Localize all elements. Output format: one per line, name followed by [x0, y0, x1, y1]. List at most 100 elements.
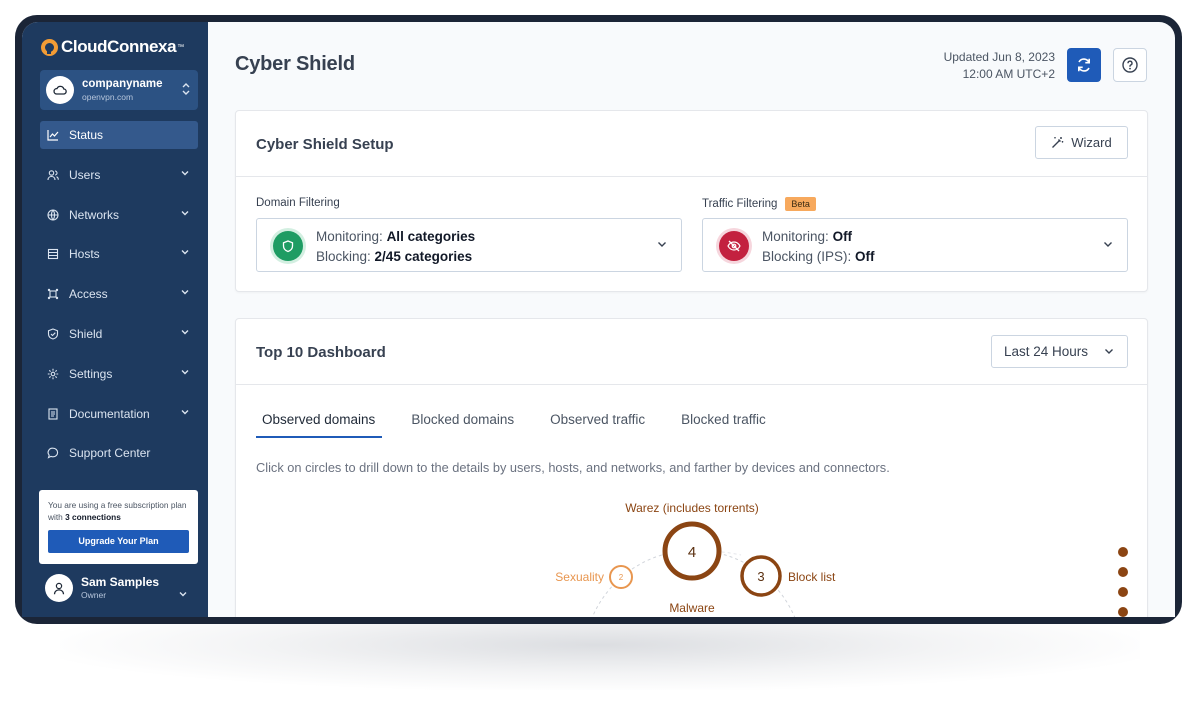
- chevron-down-icon: [181, 210, 189, 216]
- promo-text: You are using a free subscription plan w…: [48, 500, 187, 523]
- sidebar-item-hosts[interactable]: Hosts: [40, 240, 198, 268]
- chart-line-icon: [47, 129, 59, 141]
- tab-blocked-domains[interactable]: Blocked domains: [404, 412, 521, 438]
- chevron-down-icon: [181, 369, 189, 375]
- refresh-icon: [1078, 58, 1090, 72]
- domain-monitoring-status: Monitoring: All categories: [316, 229, 476, 244]
- time-range-select[interactable]: Last 24 Hours: [991, 335, 1128, 368]
- pagination-dot[interactable]: [1118, 587, 1128, 597]
- beta-badge: Beta: [785, 197, 816, 211]
- sidebar-item-settings[interactable]: Settings: [40, 360, 198, 388]
- sidebar-nav: Status Users Networks Hosts Access Shiel…: [40, 121, 198, 479]
- chevron-down-icon: [181, 290, 189, 295]
- chevron-down-icon: [658, 242, 666, 247]
- wizard-button[interactable]: Wizard: [1035, 126, 1128, 159]
- bubble-count-warez: 4: [688, 544, 696, 561]
- sidebar: CloudConnexa ™ companyname openvpn.com St…: [22, 22, 208, 617]
- bubble-label-malware: Malware: [669, 601, 715, 615]
- sidebar-item-label: Shield: [69, 326, 103, 341]
- magic-wand-icon: [1052, 137, 1064, 148]
- logo-icon: [41, 38, 58, 56]
- help-icon: [1122, 57, 1138, 73]
- sidebar-item-support-center[interactable]: Support Center: [40, 439, 198, 467]
- top10-dashboard-card: Top 10 Dashboard Last 24 Hours Observed …: [235, 318, 1148, 617]
- user-name: Sam Samples: [81, 575, 160, 590]
- shield-icon: [47, 328, 59, 340]
- upgrade-plan-button[interactable]: Upgrade Your Plan: [48, 530, 189, 554]
- company-switcher[interactable]: companyname openvpn.com: [40, 70, 198, 110]
- refresh-button[interactable]: [1067, 48, 1101, 82]
- sidebar-item-label: Documentation: [69, 406, 150, 421]
- time-range-value: Last 24 Hours: [1004, 344, 1089, 359]
- sidebar-item-users[interactable]: Users: [40, 161, 198, 189]
- domain-blocking-status: Blocking: 2/45 categories: [316, 249, 473, 264]
- user-menu[interactable]: Sam Samples Owner: [45, 574, 159, 602]
- domain-filtering-label: Domain Filtering: [256, 197, 340, 209]
- dashboard-title: Top 10 Dashboard: [256, 344, 386, 361]
- page-title: Cyber Shield: [235, 53, 355, 75]
- main-content: Cyber Shield Updated Jun 8, 2023 12:00 A…: [208, 22, 1175, 617]
- bubble-warez[interactable]: 4: [662, 521, 722, 581]
- shield-icon: [273, 231, 303, 261]
- help-button[interactable]: [1113, 48, 1147, 82]
- pagination-dots: [1118, 547, 1128, 617]
- pagination-dot[interactable]: [1118, 567, 1128, 577]
- chat-icon: [47, 447, 59, 460]
- connections-count: 3 connections: [65, 512, 121, 523]
- sidebar-item-networks[interactable]: Networks: [40, 201, 198, 229]
- bubble-label-block-list: Block list: [788, 570, 836, 584]
- sidebar-item-label: Hosts: [69, 247, 100, 262]
- dashboard-tabs: Observed domains Blocked domains Observe…: [256, 412, 795, 438]
- chevron-down-icon: [181, 170, 189, 176]
- bubble-sexuality[interactable]: 2: [609, 565, 633, 589]
- globe-icon: [47, 209, 59, 221]
- chevron-down-icon: [181, 250, 189, 255]
- sidebar-item-label: Status: [69, 128, 104, 142]
- sidebar-item-shield[interactable]: Shield: [40, 320, 198, 348]
- wizard-label: Wizard: [1071, 135, 1112, 150]
- sidebar-item-label: Settings: [69, 366, 113, 381]
- pagination-dot[interactable]: [1118, 547, 1128, 557]
- updated-timestamp: Updated Jun 8, 2023 12:00 AM UTC+2: [943, 50, 1055, 81]
- tab-blocked-traffic[interactable]: Blocked traffic: [674, 412, 773, 438]
- sidebar-item-access[interactable]: Access: [40, 280, 198, 308]
- bubble-count-sexuality: 2: [619, 573, 624, 582]
- tab-observed-domains[interactable]: Observed domains: [256, 412, 383, 438]
- tab-observed-traffic[interactable]: Observed traffic: [543, 412, 652, 438]
- eye-off-icon: [719, 231, 749, 261]
- server-icon: [47, 248, 59, 260]
- chevron-down-icon: [1105, 349, 1113, 354]
- users-icon: [47, 169, 59, 181]
- company-name: companyname: [82, 78, 163, 90]
- traffic-filtering-label: Traffic Filtering Beta: [702, 197, 816, 211]
- logo[interactable]: CloudConnexa ™: [41, 37, 184, 57]
- bubble-count-block-list: 3: [757, 569, 764, 584]
- traffic-monitoring-status: Monitoring: Off: [762, 229, 853, 244]
- brand-name: CloudConnexa: [61, 37, 177, 56]
- company-domain: openvpn.com: [82, 91, 134, 102]
- bubble-label-sexuality: Sexuality: [555, 570, 604, 584]
- cloud-icon: [46, 76, 74, 104]
- chevron-down-icon: [1104, 242, 1112, 247]
- document-icon: [47, 408, 59, 420]
- access-icon: [47, 288, 59, 300]
- bubble-block-list[interactable]: 3: [740, 555, 782, 597]
- chevron-down-icon: [181, 409, 189, 415]
- chevron-up-down-icon: [182, 82, 190, 97]
- bubble-label-warez: Warez (includes torrents): [625, 501, 759, 515]
- app-window: CloudConnexa ™ companyname openvpn.com St…: [22, 22, 1175, 617]
- upgrade-promo: You are using a free subscription plan w…: [39, 490, 198, 564]
- avatar: [45, 574, 73, 602]
- domain-filtering-select[interactable]: Monitoring: All categories Blocking: 2/4…: [256, 218, 682, 272]
- device-frame: CloudConnexa ™ companyname openvpn.com St…: [15, 15, 1182, 624]
- sidebar-item-status[interactable]: Status: [40, 121, 198, 149]
- traffic-filtering-select[interactable]: Monitoring: Off Blocking (IPS): Off: [702, 218, 1128, 272]
- sidebar-item-label: Networks: [69, 207, 120, 222]
- gear-icon: [47, 368, 59, 380]
- chevron-down-icon[interactable]: [179, 591, 187, 597]
- pagination-dot[interactable]: [1118, 607, 1128, 617]
- sidebar-item-documentation[interactable]: Documentation: [40, 400, 198, 428]
- user-role: Owner: [81, 590, 107, 601]
- cyber-shield-setup-card: Cyber Shield Setup Wizard Domain Filteri…: [235, 110, 1148, 292]
- drilldown-hint: Click on circles to drill down to the de…: [256, 460, 890, 475]
